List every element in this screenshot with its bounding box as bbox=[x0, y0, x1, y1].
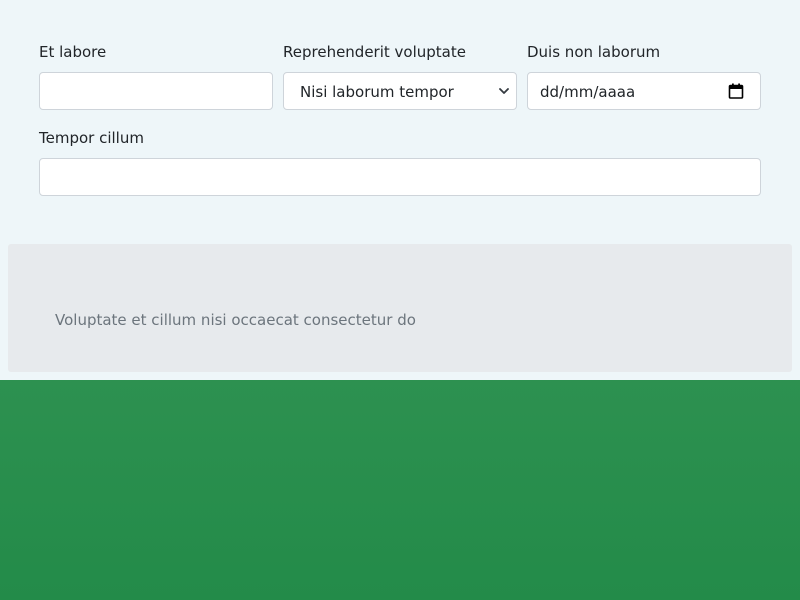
info-panel-text: Voluptate et cillum nisi occaecat consec… bbox=[55, 311, 416, 329]
reprehenderit-voluptate-label: Reprehenderit voluptate bbox=[283, 43, 466, 61]
tempor-cillum-label: Tempor cillum bbox=[39, 129, 144, 147]
reprehenderit-voluptate-select[interactable]: Nisi laborum tempor bbox=[283, 72, 517, 110]
duis-non-laborum-label: Duis non laborum bbox=[527, 43, 661, 61]
footer-band bbox=[0, 380, 800, 600]
chevron-down-icon bbox=[499, 88, 509, 94]
et-labore-label: Et labore bbox=[39, 43, 107, 61]
duis-non-laborum-date-input[interactable]: dd/mm/aaaa bbox=[527, 72, 761, 110]
select-value: Nisi laborum tempor bbox=[300, 83, 454, 101]
tempor-cillum-input[interactable] bbox=[39, 158, 761, 196]
form-section: Et labore Reprehenderit voluptate Nisi l… bbox=[0, 0, 800, 380]
info-panel: Voluptate et cillum nisi occaecat consec… bbox=[8, 244, 792, 372]
calendar-icon[interactable] bbox=[728, 83, 744, 99]
date-placeholder: dd/mm/aaaa bbox=[540, 83, 636, 101]
et-labore-input[interactable] bbox=[39, 72, 273, 110]
